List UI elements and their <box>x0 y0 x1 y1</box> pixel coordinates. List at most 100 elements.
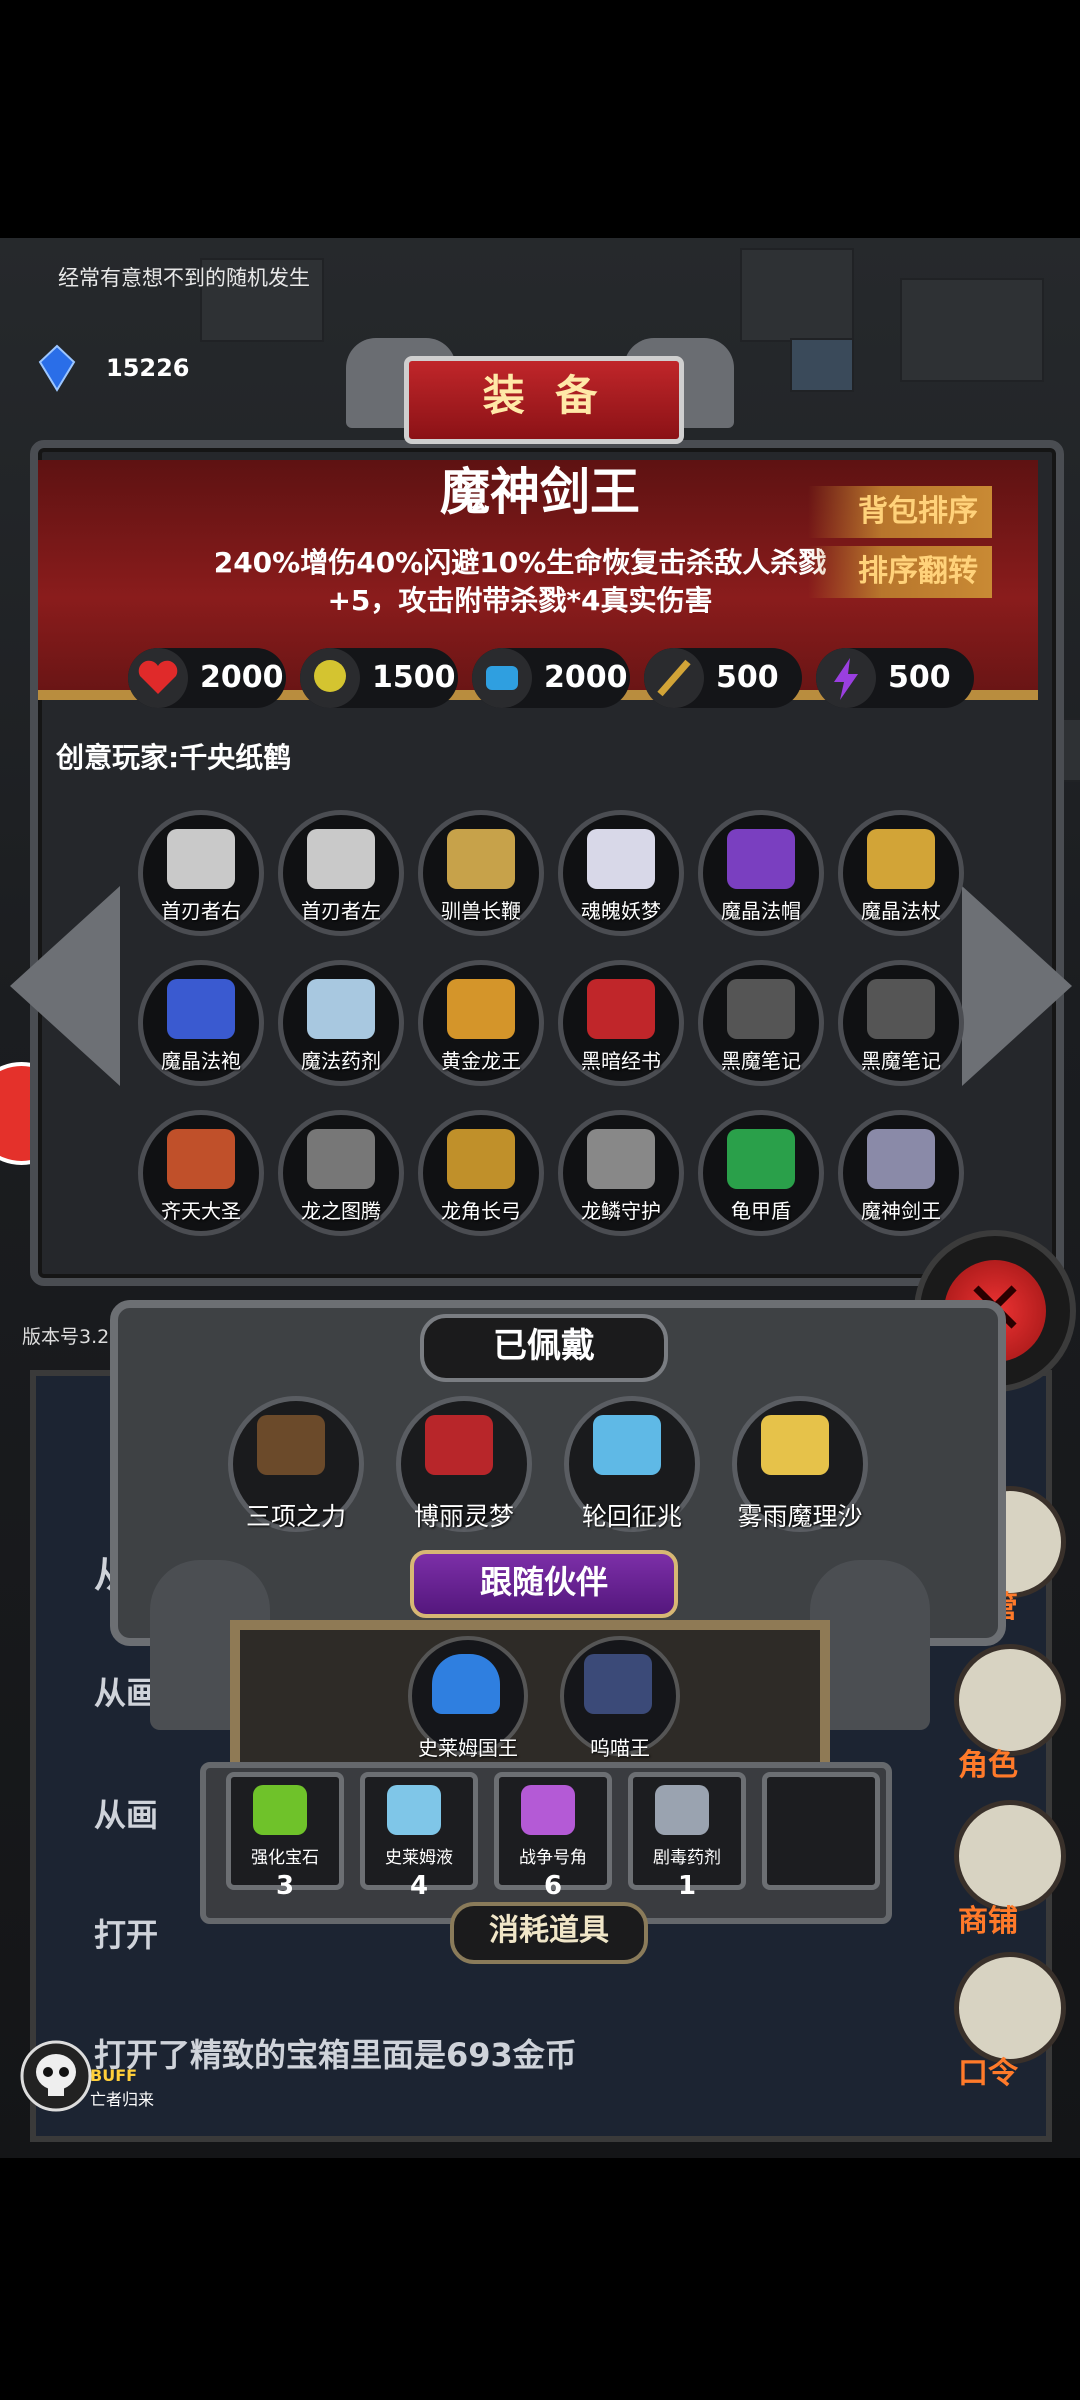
equipment-slot-label: 魔神剑王 <box>861 1199 941 1223</box>
consumables-title: 消耗道具 <box>450 1902 648 1964</box>
log-line: 打开 <box>94 1916 159 1954</box>
next-page-arrow[interactable] <box>962 886 1072 1086</box>
selected-item-name: 魔神剑王 <box>440 463 640 521</box>
reverse-sort-button[interactable]: 排序翻转 <box>808 546 992 598</box>
armor-icon <box>472 648 532 708</box>
equipment-slot-label: 魔法药剂 <box>301 1049 381 1073</box>
side-label: 角色 <box>958 1748 1018 1783</box>
equipment-slot-label: 齐天大圣 <box>161 1199 241 1223</box>
equipment-slot[interactable]: 驯兽长鞭 <box>418 810 544 936</box>
worn-item[interactable]: 轮回征兆 <box>564 1396 700 1532</box>
equipment-slot[interactable]: 魔晶法帽 <box>698 810 824 936</box>
equipment-slot-label: 驯兽长鞭 <box>441 899 521 923</box>
version-label: 版本号3.26 <box>22 1326 122 1348</box>
equipment-slot-label: 魔晶法袍 <box>161 1049 241 1073</box>
equipment-title-banner: 装 备 <box>404 356 684 444</box>
item-art <box>655 1785 709 1835</box>
equipment-slot-label: 龟甲盾 <box>731 1199 791 1223</box>
item-art <box>167 979 235 1039</box>
code-button[interactable]: 口令 <box>948 1952 1068 2091</box>
worn-item[interactable]: 雾雨魔理沙 <box>732 1396 868 1532</box>
stat-strength: 1500 <box>300 648 458 708</box>
equipment-slot[interactable]: 魔神剑王 <box>838 1110 964 1236</box>
wall-brick <box>740 248 854 342</box>
item-art <box>867 829 935 889</box>
equipment-slot[interactable]: 黄金龙王 <box>418 960 544 1086</box>
item-art <box>387 1785 441 1835</box>
consumable-slot[interactable]: 战争号角 6 <box>494 1772 612 1901</box>
equipment-slot-label: 黑暗经书 <box>581 1049 661 1073</box>
equipment-slot-label: 首刃者左 <box>301 899 381 923</box>
empty-consumable-slot[interactable] <box>762 1772 880 1890</box>
stat-attack: 500 <box>644 648 802 708</box>
equipment-slot[interactable]: 魔法药剂 <box>278 960 404 1086</box>
log-line: 从画 <box>94 1796 159 1834</box>
equipment-slot-label: 黑魔笔记 <box>721 1049 801 1073</box>
prev-page-arrow[interactable] <box>10 886 120 1086</box>
worn-item[interactable]: 博丽灵梦 <box>396 1396 532 1532</box>
buff-indicator[interactable]: BUFF 亡者归来 <box>20 2040 154 2124</box>
equipment-slot[interactable]: 齐天大圣 <box>138 1110 264 1236</box>
worn-item[interactable]: 三项之力 <box>228 1396 364 1532</box>
item-art <box>587 1129 655 1189</box>
creator-label: 创意玩家:千央纸鹤 <box>56 741 292 774</box>
equipment-slot[interactable]: 龙鳞守护 <box>558 1110 684 1236</box>
log-line: 从画 <box>94 1674 159 1712</box>
lightning-icon <box>816 648 876 708</box>
buff-name: 亡者归来 <box>90 2090 155 2109</box>
item-art <box>425 1415 493 1475</box>
equipment-slot-label: 首刃者右 <box>161 899 241 923</box>
consumable-slot[interactable]: 史莱姆液 4 <box>360 1772 478 1901</box>
item-art <box>727 979 795 1039</box>
stat-health: 2000 <box>128 648 286 708</box>
stat-defense: 2000 <box>472 648 630 708</box>
consumable-slot[interactable]: 剧毒药剂 1 <box>628 1772 746 1901</box>
item-art <box>432 1654 500 1714</box>
item-art <box>307 979 375 1039</box>
heart-icon <box>128 648 188 708</box>
character-button[interactable]: 角色 <box>948 1644 1068 1783</box>
equipment-slot[interactable]: 黑暗经书 <box>558 960 684 1086</box>
worn-title: 已佩戴 <box>420 1314 668 1382</box>
companion-item[interactable]: 呜喵王 <box>560 1636 680 1760</box>
equipment-slot-label: 龙角长弓 <box>441 1199 521 1223</box>
equipment-slot-label: 魔晶法帽 <box>721 899 801 923</box>
gem-count: 15226 <box>106 354 190 382</box>
item-art <box>584 1654 652 1714</box>
skull-icon <box>20 2040 92 2112</box>
gem-counter: 15226 <box>36 344 196 404</box>
equipment-slot[interactable]: 黑魔笔记 <box>838 960 964 1086</box>
equipment-slot[interactable]: 龙之图腾 <box>278 1110 404 1236</box>
log-line: 打开了精致的宝箱里面是693金币 <box>94 2036 577 2074</box>
equipment-slot-label: 魔晶法杖 <box>861 899 941 923</box>
sort-bag-button[interactable]: 背包排序 <box>808 486 992 538</box>
stat-speed: 500 <box>816 648 974 708</box>
equipment-slot-label: 龙鳞守护 <box>581 1199 661 1223</box>
equipment-slot-label: 魂魄妖梦 <box>581 899 661 923</box>
selected-item-description: 240%增伤40%闪避10%生命恢复击杀敌人杀戮+5，攻击附带杀戮*4真实伤害 <box>213 546 827 617</box>
side-label: 商铺 <box>958 1904 1018 1939</box>
consumable-slot[interactable]: 强化宝石 3 <box>226 1772 344 1901</box>
buff-title: BUFF <box>90 2066 138 2085</box>
equipment-slot[interactable]: 黑魔笔记 <box>698 960 824 1086</box>
hint-text: 经常有意想不到的随机发生 <box>58 266 310 290</box>
wall-brick <box>900 278 1044 382</box>
equipment-slot[interactable]: 首刃者左 <box>278 810 404 936</box>
strength-icon <box>300 648 360 708</box>
equipment-title: 装 备 <box>482 371 606 420</box>
equipment-slot[interactable]: 首刃者右 <box>138 810 264 936</box>
item-art <box>307 829 375 889</box>
item-art <box>593 1415 661 1475</box>
item-art <box>867 1129 935 1189</box>
equipment-slot[interactable]: 龟甲盾 <box>698 1110 824 1236</box>
companion-title: 跟随伙伴 <box>410 1550 678 1618</box>
equipment-slot[interactable]: 魔晶法杖 <box>838 810 964 936</box>
item-art <box>761 1415 829 1475</box>
companion-item[interactable]: 史莱姆国王 <box>408 1636 528 1760</box>
item-art <box>447 979 515 1039</box>
item-art <box>167 1129 235 1189</box>
equipment-slot[interactable]: 龙角长弓 <box>418 1110 544 1236</box>
shop-button[interactable]: 商铺 <box>948 1800 1068 1939</box>
equipment-slot[interactable]: 魔晶法袍 <box>138 960 264 1086</box>
equipment-slot[interactable]: 魂魄妖梦 <box>558 810 684 936</box>
